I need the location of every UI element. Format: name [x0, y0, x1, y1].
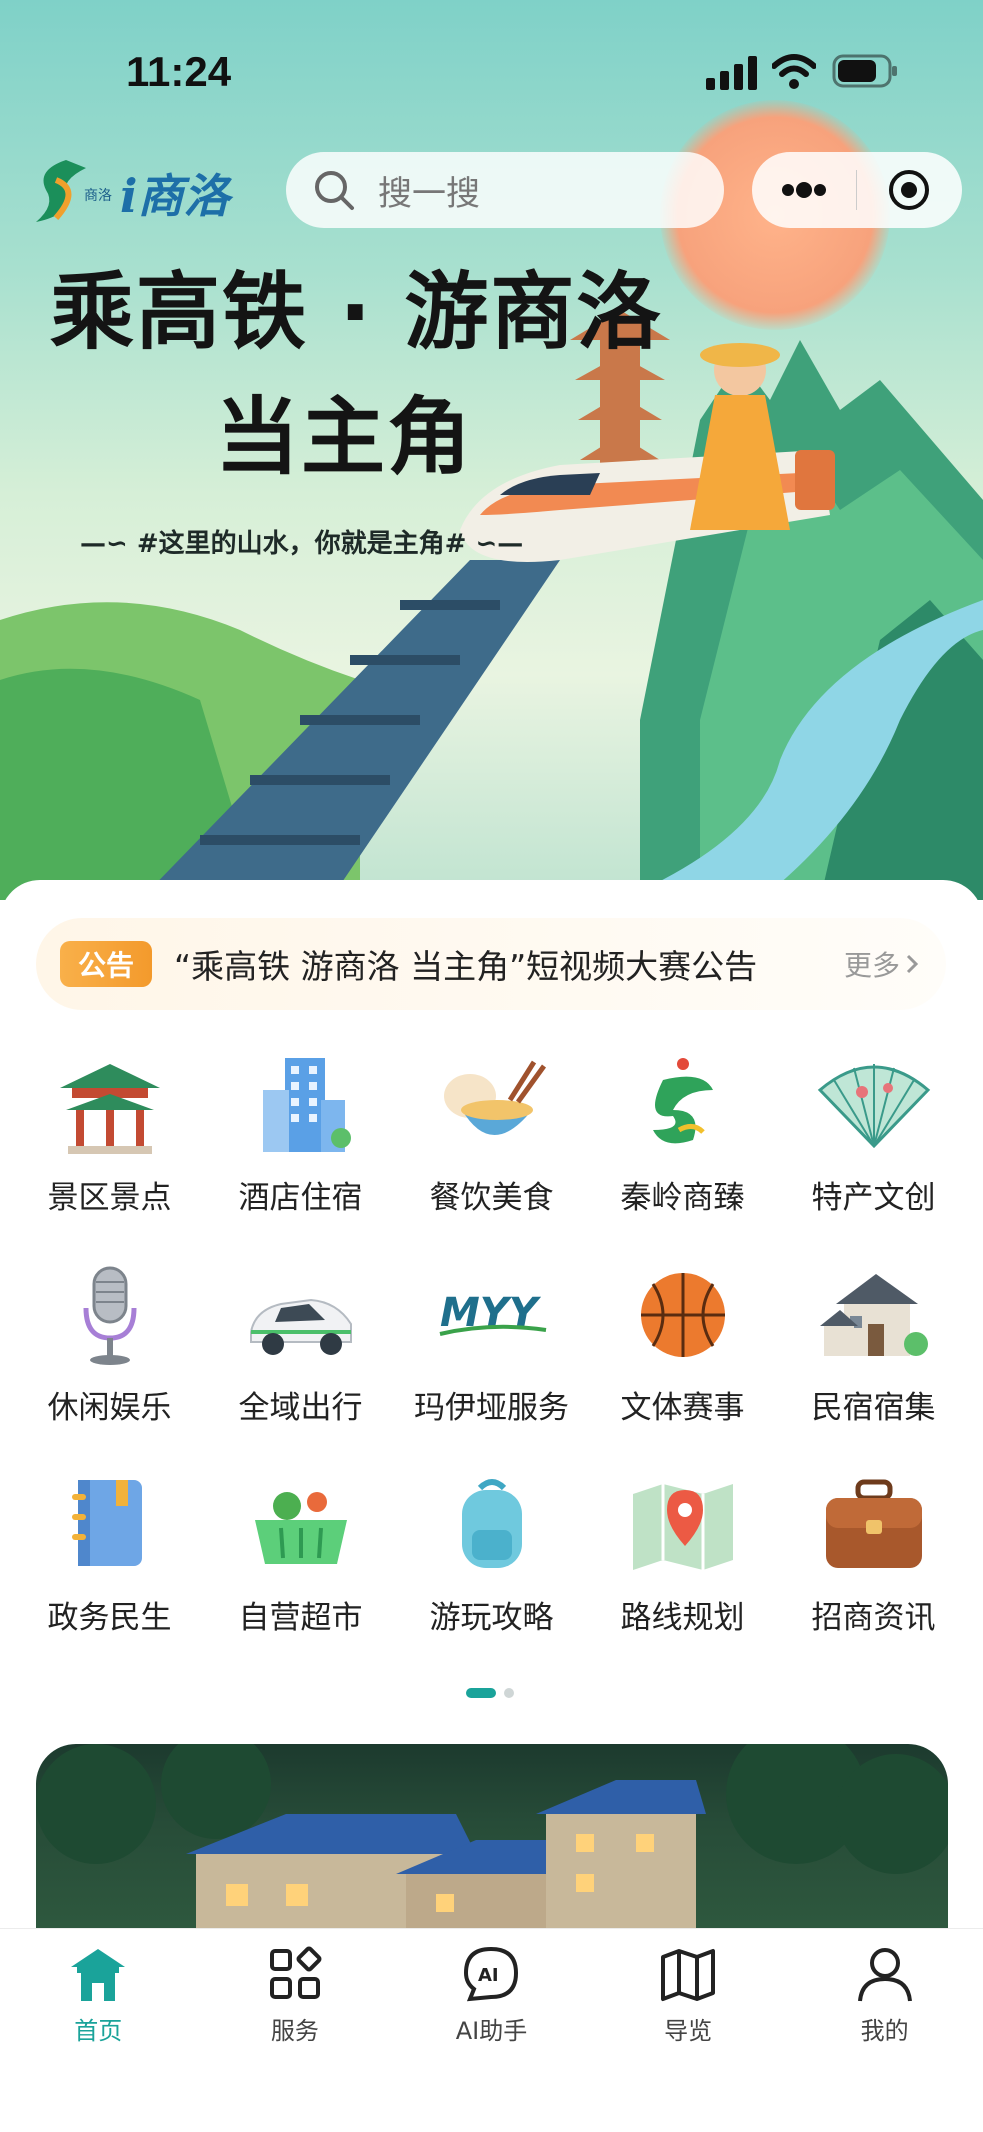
page-dot-active: [466, 1688, 496, 1698]
shopping-basket-icon: [254, 1492, 347, 1564]
miniprogram-capsule: [752, 152, 962, 228]
service-label: 游玩攻略: [429, 1600, 554, 1636]
status-time: 11:24: [126, 48, 232, 95]
homestay-photo: [36, 1744, 948, 1944]
car-icon: [249, 1298, 352, 1355]
service-transport[interactable]: 全域出行: [205, 1260, 396, 1470]
service-hotel[interactable]: 酒店住宿: [205, 1050, 396, 1260]
search-bar[interactable]: 搜一搜: [286, 152, 724, 228]
search-icon: [315, 171, 354, 210]
notice-text[interactable]: “乘高铁 游商洛 当主角”短视频大赛公告: [174, 940, 757, 988]
service-government[interactable]: 政务民生: [14, 1470, 205, 1680]
slogan-text: #这里的山水，你就是主角#: [136, 529, 467, 559]
tab-label: 导览: [664, 2017, 713, 2045]
notice-bar[interactable]: 公告 “乘高铁 游商洛 当主角”短视频大赛公告 更多: [36, 918, 946, 1010]
hero-banner[interactable]: 11:24 商洛 i商洛 搜一搜 乘高铁 · 游商洛 当主角 —∽ #这里的山水…: [0, 0, 983, 900]
svg-text:商洛: 商洛: [84, 188, 112, 204]
chevron-right-icon: [906, 954, 919, 974]
qinling-brand-icon: [652, 1058, 713, 1144]
hero-slogan: —∽ #这里的山水，你就是主角# ∽—: [80, 523, 523, 560]
service-label: 玛伊垭服务: [414, 1390, 569, 1426]
more-options-button[interactable]: [752, 152, 856, 228]
service-leisure[interactable]: 休闲娱乐: [14, 1260, 205, 1470]
map-pin-icon: [632, 1484, 733, 1570]
more-dots-icon: [782, 182, 826, 198]
notebook-icon: [71, 1480, 142, 1566]
featured-banner[interactable]: [36, 1744, 948, 1944]
page-indicator: [466, 1688, 514, 1698]
search-placeholder: 搜一搜: [378, 173, 480, 214]
tab-guide[interactable]: 导览: [590, 1929, 787, 2132]
service-label: 特产文创: [811, 1180, 936, 1216]
service-label: 政务民生: [47, 1600, 172, 1636]
user-icon: [857, 1948, 912, 2002]
wifi-icon: [772, 54, 816, 89]
page-dot: [504, 1688, 514, 1698]
service-label: 休闲娱乐: [47, 1390, 172, 1426]
service-label: 招商资讯: [811, 1600, 936, 1636]
service-scenic-spots[interactable]: 景区景点: [14, 1050, 205, 1260]
service-myy[interactable]: MYY 玛伊垭服务: [396, 1260, 587, 1470]
tab-label: 我的: [860, 2017, 909, 2045]
folding-fan-icon: [817, 1064, 930, 1149]
service-grid: 景区景点 酒店住宿 餐饮美食 秦岭商臻 特产文创 休闲娱乐 全域出行 MYY 玛…: [0, 1050, 983, 1680]
service-label: 景区景点: [47, 1180, 172, 1216]
house-icon: [819, 1274, 928, 1356]
notice-more-label: 更多: [843, 949, 900, 982]
service-label: 全域出行: [238, 1390, 363, 1426]
battery-icon: [832, 54, 897, 88]
service-route-planning[interactable]: 路线规划: [587, 1470, 778, 1680]
service-label: 文体赛事: [620, 1390, 745, 1426]
myy-logo-icon: MYY: [439, 1290, 546, 1336]
service-homestay[interactable]: 民宿宿集: [778, 1260, 969, 1470]
service-qinling-brand[interactable]: 秦岭商臻: [587, 1050, 778, 1260]
notice-more-link[interactable]: 更多: [844, 944, 920, 984]
hero-headline-line1: 乘高铁 · 游商洛: [50, 263, 663, 361]
service-investment[interactable]: 招商资讯: [778, 1470, 969, 1680]
notice-tag: 公告: [60, 941, 152, 987]
tab-label: 首页: [74, 2017, 123, 2045]
service-travel-guide[interactable]: 游玩攻略: [396, 1470, 587, 1680]
pavilion-icon: [59, 1064, 160, 1154]
service-food[interactable]: 餐饮美食: [396, 1050, 587, 1260]
briefcase-icon: [825, 1479, 922, 1568]
tab-profile[interactable]: 我的: [786, 1929, 983, 2132]
tab-label: 服务: [270, 2017, 319, 2045]
service-label: 自营超市: [238, 1600, 363, 1636]
ai-chat-icon: AI: [464, 1946, 519, 2002]
service-specialty-products[interactable]: 特产文创: [778, 1050, 969, 1260]
service-label: 民宿宿集: [811, 1390, 936, 1426]
map-icon: [661, 1949, 716, 2001]
main-content: 公告 “乘高铁 游商洛 当主角”短视频大赛公告 更多 景区景点 酒店住宿 餐饮美…: [0, 880, 983, 1944]
service-label: 路线规划: [620, 1600, 745, 1636]
hero-headline-line2: 当主角: [215, 388, 474, 486]
service-label: 秦岭商臻: [620, 1180, 745, 1216]
slogan-right-ornament: ∽—: [475, 529, 524, 559]
grid-icon: [269, 1946, 322, 1999]
slogan-left-ornament: —∽: [80, 529, 128, 559]
tab-services[interactable]: 服务: [197, 1929, 394, 2132]
service-sports[interactable]: 文体赛事: [587, 1260, 778, 1470]
service-supermarket[interactable]: 自营超市: [205, 1470, 396, 1680]
app-logo-text: i商洛: [120, 169, 230, 223]
hero-scenery: [0, 310, 983, 900]
service-label: 餐饮美食: [429, 1180, 554, 1216]
food-bowl-icon: [443, 1060, 546, 1135]
cellular-signal-icon: [706, 56, 757, 90]
status-bar: 11:24: [0, 0, 983, 140]
backpack-icon: [461, 1479, 522, 1568]
microphone-icon: [83, 1266, 136, 1365]
tab-label: AI助手: [455, 2017, 528, 2045]
bottom-tab-bar: 首页 服务 AI AI助手 导览 我的: [0, 1928, 983, 2132]
close-miniprogram-button[interactable]: [857, 152, 961, 228]
basketball-icon: [640, 1273, 725, 1357]
tab-home[interactable]: 首页: [0, 1929, 197, 2132]
svg-text:AI: AI: [478, 1965, 499, 1986]
hotel-building-icon: [262, 1058, 351, 1152]
tab-ai-assistant[interactable]: AI AI助手: [393, 1929, 590, 2132]
home-icon: [71, 1949, 126, 2001]
target-circle-icon: [889, 170, 929, 210]
service-label: 酒店住宿: [238, 1180, 363, 1216]
